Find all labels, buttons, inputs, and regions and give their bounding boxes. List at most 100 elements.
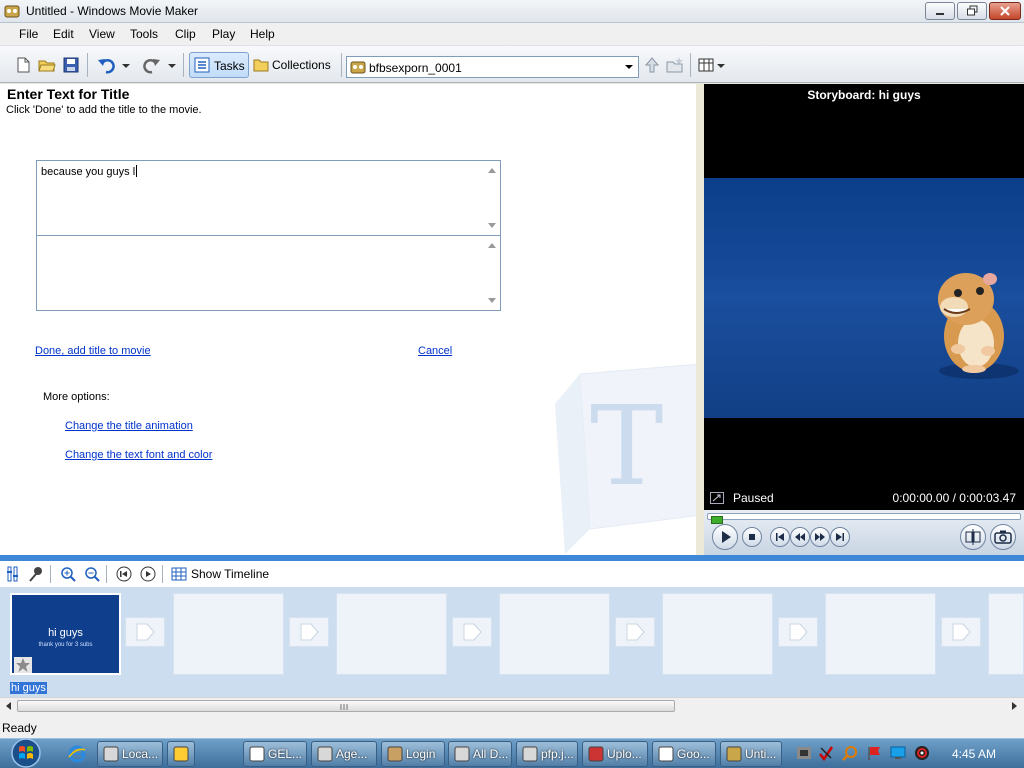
storyboard-horizontal-scrollbar[interactable] <box>0 697 1024 714</box>
transition-slot[interactable] <box>941 617 981 647</box>
seek-bar[interactable] <box>707 513 1021 524</box>
tasks-button[interactable]: Tasks <box>189 52 249 78</box>
taskbar-item-media-player[interactable] <box>167 741 195 767</box>
menu-file[interactable]: File <box>19 27 38 41</box>
previous-frame-button[interactable] <box>770 527 790 547</box>
menu-clip[interactable]: Clip <box>175 27 196 41</box>
chevron-down-icon[interactable] <box>622 59 636 75</box>
movie-maker-app-icon <box>4 5 20 18</box>
volume-icon[interactable] <box>914 745 930 761</box>
title-input-scrollbar[interactable] <box>484 161 500 235</box>
start-button-icon[interactable] <box>8 737 44 768</box>
empty-clip-slot[interactable] <box>499 593 610 675</box>
scrollbar-thumb[interactable] <box>17 700 675 712</box>
scroll-down-arrow-icon[interactable] <box>488 298 496 304</box>
show-timeline-button[interactable]: Show Timeline <box>191 567 269 581</box>
preview-monitor-pane: Storyboard: hi guys Paused 0:00:00.00 / … <box>704 84 1024 555</box>
preview-title: Storyboard: hi guys <box>704 84 1024 106</box>
restore-icon <box>967 5 978 16</box>
transition-slot[interactable] <box>125 617 165 647</box>
seek-handle[interactable] <box>711 516 723 524</box>
scroll-down-arrow-icon[interactable] <box>488 223 496 229</box>
up-one-level-icon[interactable] <box>643 56 661 74</box>
menu-tools[interactable]: Tools <box>130 27 158 41</box>
undo-dropdown-icon[interactable] <box>121 56 131 74</box>
taskbar-item-upload[interactable]: Uplo... <box>582 741 648 767</box>
zoom-in-icon[interactable] <box>60 566 76 582</box>
restore-button[interactable] <box>957 2 987 20</box>
subtitle-input-scrollbar[interactable] <box>484 236 500 310</box>
new-project-icon[interactable] <box>14 56 32 74</box>
collections-button[interactable]: Collections <box>252 52 338 78</box>
menu-edit[interactable]: Edit <box>53 27 74 41</box>
scroll-right-arrow-icon[interactable] <box>1010 702 1018 710</box>
undo-icon[interactable] <box>97 56 115 74</box>
empty-clip-slot[interactable] <box>173 593 284 675</box>
next-frame-button[interactable] <box>830 527 850 547</box>
views-icon[interactable] <box>698 56 716 74</box>
redo-dropdown-icon[interactable] <box>167 56 177 74</box>
subtitle-text-input[interactable] <box>36 235 501 311</box>
transition-slot[interactable] <box>778 617 818 647</box>
menu-help[interactable]: Help <box>250 27 275 41</box>
taskbar-item-google-chrome[interactable]: Goo... <box>652 741 716 767</box>
new-collection-folder-icon[interactable] <box>666 56 684 74</box>
rewind-storyboard-icon[interactable] <box>116 566 132 582</box>
collection-dropdown[interactable]: bfbsexporn_0001 <box>346 56 639 78</box>
taskbar-item-local-disk[interactable]: Loca... <box>97 741 163 767</box>
narrate-timeline-icon[interactable] <box>28 566 44 582</box>
split-view-icon[interactable] <box>710 492 724 504</box>
cancel-link[interactable]: Cancel <box>418 345 452 357</box>
done-add-title-link[interactable]: Done, add title to movie <box>35 345 151 357</box>
open-project-icon[interactable] <box>38 56 56 74</box>
scroll-up-arrow-icon[interactable] <box>488 167 496 173</box>
internet-explorer-icon[interactable] <box>68 745 86 763</box>
scroll-up-arrow-icon[interactable] <box>488 242 496 248</box>
title-text-input[interactable]: because you guys l <box>36 160 501 236</box>
set-audio-levels-icon[interactable] <box>5 566 21 582</box>
take-picture-button[interactable] <box>990 524 1016 550</box>
transition-slot[interactable] <box>615 617 655 647</box>
split-clip-button[interactable] <box>960 524 986 550</box>
transition-slot[interactable] <box>452 617 492 647</box>
redo-icon[interactable] <box>143 56 161 74</box>
star-effect-icon[interactable] <box>14 657 32 673</box>
fast-forward-button[interactable] <box>810 527 830 547</box>
change-font-color-link[interactable]: Change the text font and color <box>65 449 212 461</box>
clip-name-label[interactable]: hi guys <box>10 682 47 694</box>
empty-clip-slot[interactable] <box>336 593 447 675</box>
empty-clip-slot[interactable] <box>662 593 773 675</box>
taskbar-item-pfp-image[interactable]: pfp.j... <box>516 741 578 767</box>
scroll-left-arrow-icon[interactable] <box>5 702 13 710</box>
views-dropdown-icon[interactable] <box>716 56 726 74</box>
taskbar-item-gel-chrome[interactable]: GEL... <box>243 741 307 767</box>
empty-clip-slot[interactable] <box>988 593 1024 675</box>
show-timeline-icon[interactable] <box>171 566 187 582</box>
minimize-button[interactable] <box>925 2 955 20</box>
transition-slot[interactable] <box>289 617 329 647</box>
empty-clip-slot[interactable] <box>825 593 936 675</box>
close-button[interactable] <box>989 2 1021 20</box>
taskbar-item-age-window[interactable]: Age... <box>311 741 377 767</box>
storyboard-clip-hi-guys[interactable]: hi guys thank you for 3 subs <box>10 593 121 675</box>
stop-button[interactable] <box>742 527 762 547</box>
taskbar-item-untitled-movie-maker[interactable]: Unti... <box>720 741 782 767</box>
title-text-content: because you guys l <box>41 166 136 178</box>
play-button[interactable] <box>712 524 738 550</box>
network-monitor-icon[interactable] <box>890 745 906 761</box>
action-center-flag-icon[interactable] <box>866 745 882 761</box>
rewind-button[interactable] <box>790 527 810 547</box>
taskbar-clock[interactable]: 4:45 AM <box>952 747 996 761</box>
taskbar-item-login[interactable]: Login <box>381 741 445 767</box>
save-project-icon[interactable] <box>62 56 80 74</box>
tray-app-icon[interactable] <box>796 745 812 761</box>
play-storyboard-icon[interactable] <box>140 566 156 582</box>
zoom-out-icon[interactable] <box>84 566 100 582</box>
menu-view[interactable]: View <box>89 27 115 41</box>
change-title-animation-link[interactable]: Change the title animation <box>65 420 193 432</box>
menu-play[interactable]: Play <box>212 27 235 41</box>
tray-checkmark-icon[interactable] <box>818 745 834 761</box>
taskbar-item-all-downloads[interactable]: All D... <box>448 741 512 767</box>
all-downloads-icon <box>454 746 470 762</box>
tray-search-icon[interactable] <box>842 745 858 761</box>
